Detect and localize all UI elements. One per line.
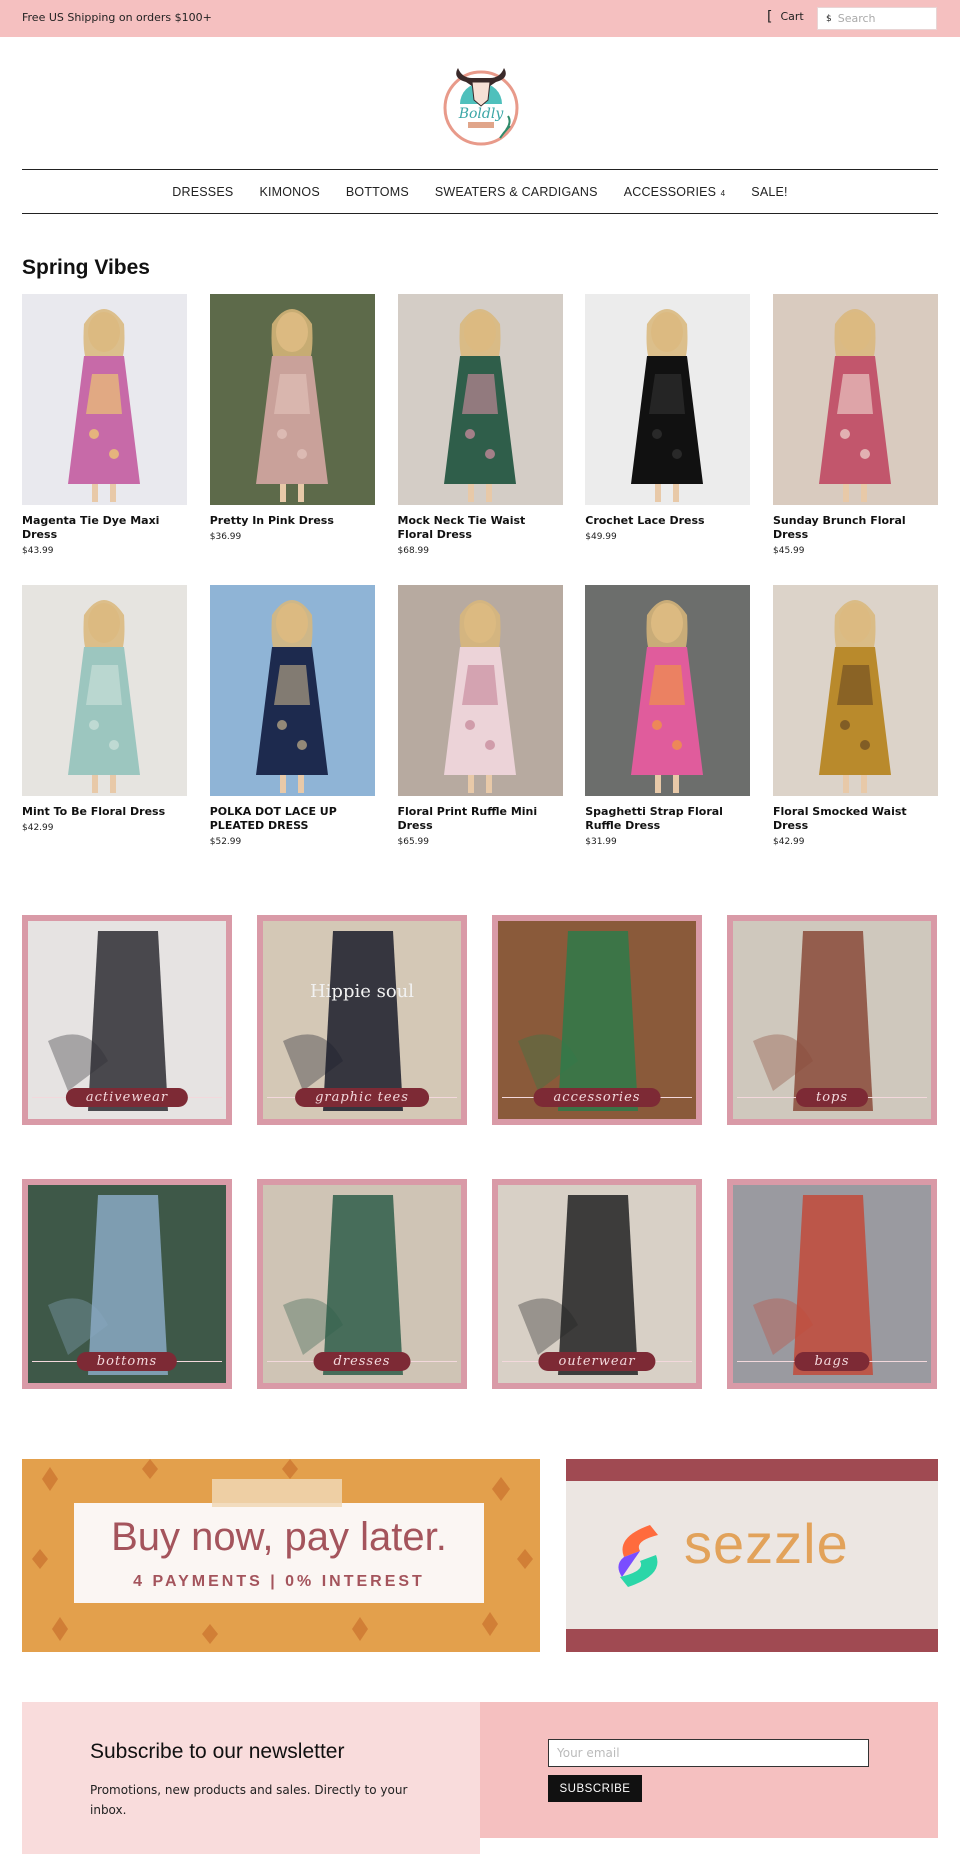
product-grid-row-2: Mint To Be Floral Dress $42.99 POLKA DOT L… bbox=[22, 585, 938, 847]
announcement-bar: Free US Shipping on orders $100+ [ Cart … bbox=[0, 0, 960, 37]
product-name[interactable]: Sunday Brunch Floral Dress bbox=[773, 514, 938, 542]
product-card[interactable]: Sunday Brunch Floral Dress $45.99 bbox=[773, 294, 938, 556]
search-input[interactable] bbox=[837, 12, 918, 25]
product-name[interactable]: Mint To Be Floral Dress bbox=[22, 805, 187, 819]
product-price: $43.99 bbox=[22, 546, 54, 556]
product-card[interactable]: Floral Print Ruffle Mini Dress $65.99 bbox=[397, 585, 563, 847]
product-card[interactable]: Crochet Lace Dress $49.99 bbox=[585, 294, 751, 556]
product-image[interactable] bbox=[22, 585, 187, 796]
product-price: $36.99 bbox=[209, 532, 242, 542]
category-label[interactable]: bottoms bbox=[76, 1352, 178, 1371]
product-image[interactable] bbox=[585, 294, 751, 505]
tape-decoration bbox=[212, 1479, 342, 1507]
product-card[interactable]: Spaghetti Strap Floral Ruffle Dress $31.9… bbox=[585, 585, 751, 847]
newsletter-section: Subscribe to our newsletter Promotions, … bbox=[22, 1702, 938, 1854]
nav-sale[interactable]: SALE! bbox=[751, 185, 787, 199]
category-tile[interactable]: tops bbox=[727, 915, 937, 1125]
product-name[interactable]: Crochet Lace Dress bbox=[585, 514, 750, 528]
sezzle-banner[interactable]: sezzle bbox=[566, 1459, 938, 1652]
product-image[interactable] bbox=[773, 294, 938, 505]
category-tile[interactable]: outerwear bbox=[492, 1179, 702, 1389]
nav-bottoms[interactable]: BOTTOMS bbox=[346, 185, 409, 199]
product-image[interactable] bbox=[209, 294, 375, 505]
product-card[interactable]: Magenta Tie Dye Maxi Dress $43.99 bbox=[22, 294, 187, 556]
search-box[interactable]: $ bbox=[817, 7, 937, 30]
product-image[interactable] bbox=[397, 585, 563, 796]
sezzle-wordmark: sezzle bbox=[684, 1512, 849, 1575]
product-name[interactable]: Floral Smocked Waist Dress bbox=[773, 805, 938, 833]
category-tile[interactable]: activewear bbox=[22, 915, 232, 1125]
product-price: $42.99 bbox=[22, 823, 54, 833]
category-tiles-row-1: activewear Hippie soul graphic tees accesso… bbox=[22, 915, 938, 1125]
bnpl-card: Buy now, pay later. 4 PAYMENTS | 0% INTE… bbox=[74, 1503, 484, 1603]
product-image[interactable] bbox=[585, 585, 751, 796]
chevron-down-icon: 4 bbox=[718, 188, 726, 198]
product-image[interactable] bbox=[397, 294, 563, 505]
product-price: $42.99 bbox=[773, 837, 805, 847]
product-price: $49.99 bbox=[585, 532, 617, 542]
product-grid-row-1: Magenta Tie Dye Maxi Dress $43.99 Pretty I… bbox=[22, 294, 938, 556]
main-nav: DRESSES KIMONOS BOTTOMS SWEATERS & CARDI… bbox=[22, 169, 938, 214]
category-tile[interactable]: bottoms bbox=[22, 1179, 232, 1389]
product-image[interactable] bbox=[209, 585, 375, 796]
category-label[interactable]: accessories bbox=[533, 1088, 661, 1107]
nav-kimonos[interactable]: KIMONOS bbox=[259, 185, 319, 199]
search-icon: $ bbox=[826, 13, 832, 24]
product-image[interactable] bbox=[22, 294, 187, 505]
product-name[interactable]: Magenta Tie Dye Maxi Dress bbox=[22, 514, 187, 542]
email-field[interactable] bbox=[548, 1739, 869, 1767]
bnpl-banner[interactable]: Buy now, pay later. 4 PAYMENTS | 0% INTE… bbox=[22, 1459, 540, 1652]
product-card[interactable]: POLKA DOT LACE UP PLEATED DRESS $52.99 bbox=[209, 585, 375, 847]
product-price: $68.99 bbox=[397, 546, 430, 556]
category-tile[interactable]: dresses bbox=[257, 1179, 467, 1389]
product-card[interactable]: Mock Neck Tie Waist Floral Dress $68.99 bbox=[397, 294, 563, 556]
product-name[interactable]: Spaghetti Strap Floral Ruffle Dress bbox=[585, 805, 750, 833]
product-price: $65.99 bbox=[397, 837, 430, 847]
nav-accessories-label: ACCESSORIES bbox=[623, 184, 717, 199]
product-price: $52.99 bbox=[209, 837, 242, 847]
product-card[interactable]: Pretty In Pink Dress $36.99 bbox=[209, 294, 375, 556]
brand-logo[interactable]: Boldly bbox=[438, 56, 524, 150]
category-label[interactable]: outerwear bbox=[538, 1352, 656, 1371]
cart-icon: [ bbox=[767, 8, 773, 25]
tee-graphic-text: Hippie soul bbox=[309, 981, 415, 1002]
product-image[interactable] bbox=[773, 585, 938, 796]
subscribe-button[interactable]: SUBSCRIBE bbox=[548, 1775, 642, 1802]
newsletter-title: Subscribe to our newsletter bbox=[90, 1740, 345, 1763]
bnpl-subtitle: 4 PAYMENTS | 0% INTEREST bbox=[133, 1573, 425, 1590]
logo-text: Boldly bbox=[458, 106, 505, 122]
product-card[interactable]: Floral Smocked Waist Dress $42.99 bbox=[773, 585, 938, 847]
product-name[interactable]: Pretty In Pink Dress bbox=[210, 514, 375, 528]
newsletter-text: Promotions, new products and sales. Dire… bbox=[90, 1783, 408, 1817]
category-label[interactable]: dresses bbox=[313, 1352, 411, 1371]
newsletter-intro: Subscribe to our newsletter Promotions, … bbox=[22, 1702, 480, 1854]
category-tile[interactable]: bags bbox=[727, 1179, 937, 1389]
section-title: Spring Vibes bbox=[22, 256, 150, 279]
sezzle-logo-icon bbox=[618, 1525, 658, 1587]
category-tiles-row-2: bottoms dresses outerwear bags bbox=[22, 1179, 938, 1389]
shipping-message: Free US Shipping on orders $100+ bbox=[22, 11, 212, 24]
nav-sweaters-cardigans[interactable]: SWEATERS & CARDIGANS bbox=[435, 185, 598, 199]
nav-dresses[interactable]: DRESSES bbox=[172, 185, 233, 199]
nav-accessories[interactable]: ACCESSORIES 4 bbox=[624, 185, 726, 199]
newsletter-form: SUBSCRIBE bbox=[480, 1702, 938, 1838]
category-label[interactable]: bags bbox=[794, 1352, 870, 1371]
category-label[interactable]: activewear bbox=[65, 1088, 189, 1107]
category-tile[interactable]: accessories bbox=[492, 915, 702, 1125]
category-tile[interactable]: Hippie soul graphic tees bbox=[257, 915, 467, 1125]
category-label[interactable]: tops bbox=[795, 1088, 869, 1107]
category-label[interactable]: graphic tees bbox=[295, 1088, 429, 1107]
cart-label: Cart bbox=[780, 10, 804, 23]
product-price: $45.99 bbox=[773, 546, 805, 556]
product-name[interactable]: POLKA DOT LACE UP PLEATED DRESS bbox=[210, 805, 375, 833]
product-card[interactable]: Mint To Be Floral Dress $42.99 bbox=[22, 585, 187, 847]
product-name[interactable]: Floral Print Ruffle Mini Dress bbox=[398, 805, 563, 833]
bnpl-title: Buy now, pay later. bbox=[111, 1515, 447, 1559]
product-price: $31.99 bbox=[585, 837, 617, 847]
product-name[interactable]: Mock Neck Tie Waist Floral Dress bbox=[398, 514, 563, 542]
cart-link[interactable]: [ Cart bbox=[767, 8, 804, 25]
